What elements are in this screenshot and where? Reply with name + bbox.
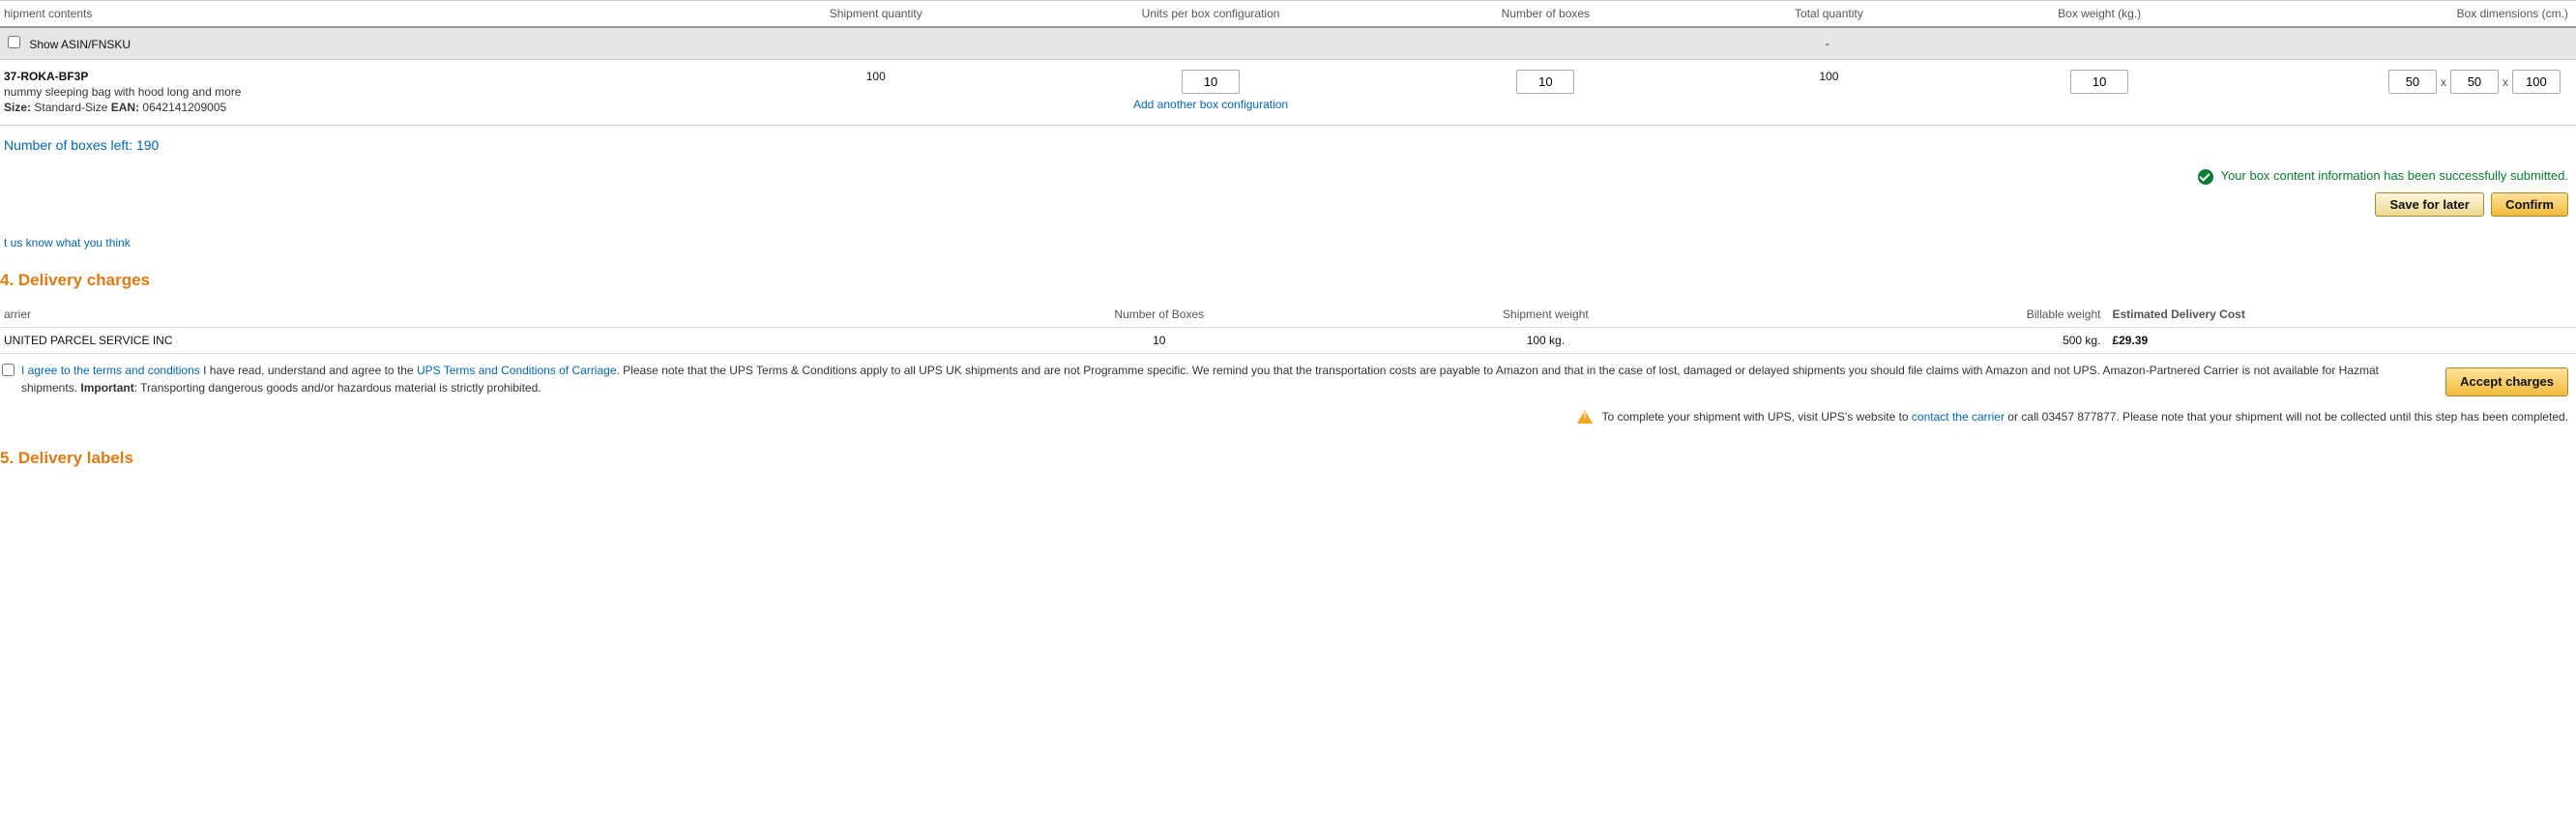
col-header-totalqty: Total quantity xyxy=(1700,7,1957,20)
section-4-header: 4. Delivery charges xyxy=(0,265,2576,302)
important-label: Important xyxy=(80,381,133,395)
box-dim-length-input[interactable] xyxy=(2388,70,2437,94)
col-header-unitsper: Units per box configuration xyxy=(1031,7,1391,20)
delivery-cost: £29.39 xyxy=(2112,334,2576,347)
terms-block: I agree to the terms and conditions I ha… xyxy=(0,354,2576,400)
dcol-header-numbox: Number of Boxes xyxy=(979,308,1339,321)
dcol-header-billwt: Billable weight xyxy=(1752,308,2113,321)
delivery-table-header: arrier Number of Boxes Shipment weight B… xyxy=(0,302,2576,328)
shipment-quantity-value: 100 xyxy=(721,70,1031,83)
total-quantity-value: 100 xyxy=(1700,70,1957,83)
check-circle-icon xyxy=(2198,169,2213,185)
agree-terms-checkbox[interactable] xyxy=(2,364,15,376)
warn-t2: or call 03457 877877. Please note that y… xyxy=(2005,410,2568,424)
item-description: nummy sleeping bag with hood long and mo… xyxy=(4,85,721,99)
contact-carrier-link[interactable]: contact the carrier xyxy=(1912,410,2005,424)
success-message-text: Your box content information has been su… xyxy=(2221,168,2568,183)
col-header-dims: Box dimensions (cm.) xyxy=(2241,7,2576,20)
delivery-billwt: 500 kg. xyxy=(1752,334,2113,347)
ups-warning-line: To complete your shipment with UPS, visi… xyxy=(0,400,2576,444)
section-5-header: 5. Delivery labels xyxy=(0,443,2576,480)
ean-label: EAN: xyxy=(111,101,139,114)
box-dim-height-input[interactable] xyxy=(2512,70,2561,94)
agree-terms-link[interactable]: I agree to the terms and conditions xyxy=(21,364,200,377)
warning-icon xyxy=(1577,410,1593,424)
feedback-link[interactable]: t us know what you think xyxy=(4,236,131,249)
show-asin-checkbox[interactable] xyxy=(8,36,20,48)
terms-t1: I have read, understand and agree to the xyxy=(200,364,417,377)
accept-charges-button[interactable]: Accept charges xyxy=(2445,367,2568,396)
dim-sep-1: x xyxy=(2441,75,2446,89)
success-message-line: Your box content information has been su… xyxy=(0,164,2576,192)
dcol-header-cost: Estimated Delivery Cost xyxy=(2112,308,2576,321)
shipment-item-row: 37-ROKA-BF3P nummy sleeping bag with hoo… xyxy=(0,60,2576,126)
save-for-later-button[interactable]: Save for later xyxy=(2375,192,2483,217)
ups-terms-link[interactable]: UPS Terms and Conditions of Carriage xyxy=(417,364,617,377)
confirm-button[interactable]: Confirm xyxy=(2491,192,2568,217)
terms-t3: : Transporting dangerous goods and/or ha… xyxy=(134,381,542,395)
box-weight-input[interactable] xyxy=(2070,70,2128,94)
ean-value: 0642141209005 xyxy=(139,101,226,114)
item-attributes: Size: Standard-Size EAN: 0642141209005 xyxy=(4,101,721,114)
asin-row: Show ASIN/FNSKU - xyxy=(0,28,2576,60)
col-header-weight: Box weight (kg.) xyxy=(1958,7,2241,20)
carrier-name: UNITED PARCEL SERVICE INC xyxy=(0,334,979,347)
delivery-table-row: UNITED PARCEL SERVICE INC 10 100 kg. 500… xyxy=(0,328,2576,354)
size-label: Size: xyxy=(4,101,31,114)
col-header-contents: hipment contents xyxy=(0,7,721,20)
asin-dash: - xyxy=(1699,37,1956,50)
delivery-numbox: 10 xyxy=(979,334,1339,347)
col-header-shipqty: Shipment quantity xyxy=(721,7,1031,20)
number-of-boxes-input[interactable] xyxy=(1516,70,1574,94)
boxes-left-text: Number of boxes left: 190 xyxy=(0,126,2576,164)
dcol-header-shipwt: Shipment weight xyxy=(1339,308,1751,321)
units-per-box-input[interactable] xyxy=(1182,70,1240,94)
shipment-table-header: hipment contents Shipment quantity Units… xyxy=(0,1,2576,28)
add-box-config-link[interactable]: Add another box configuration xyxy=(1133,98,1288,111)
size-value: Standard-Size xyxy=(31,101,111,114)
dim-sep-2: x xyxy=(2503,75,2508,89)
show-asin-label: Show ASIN/FNSKU xyxy=(29,38,131,51)
delivery-shipwt: 100 kg. xyxy=(1339,334,1751,347)
dcol-header-carrier: arrier xyxy=(0,308,979,321)
warn-t1: To complete your shipment with UPS, visi… xyxy=(1602,410,1912,424)
item-sku: 37-ROKA-BF3P xyxy=(4,70,721,83)
box-dim-width-input[interactable] xyxy=(2450,70,2499,94)
col-header-numboxes: Number of boxes xyxy=(1391,7,1701,20)
